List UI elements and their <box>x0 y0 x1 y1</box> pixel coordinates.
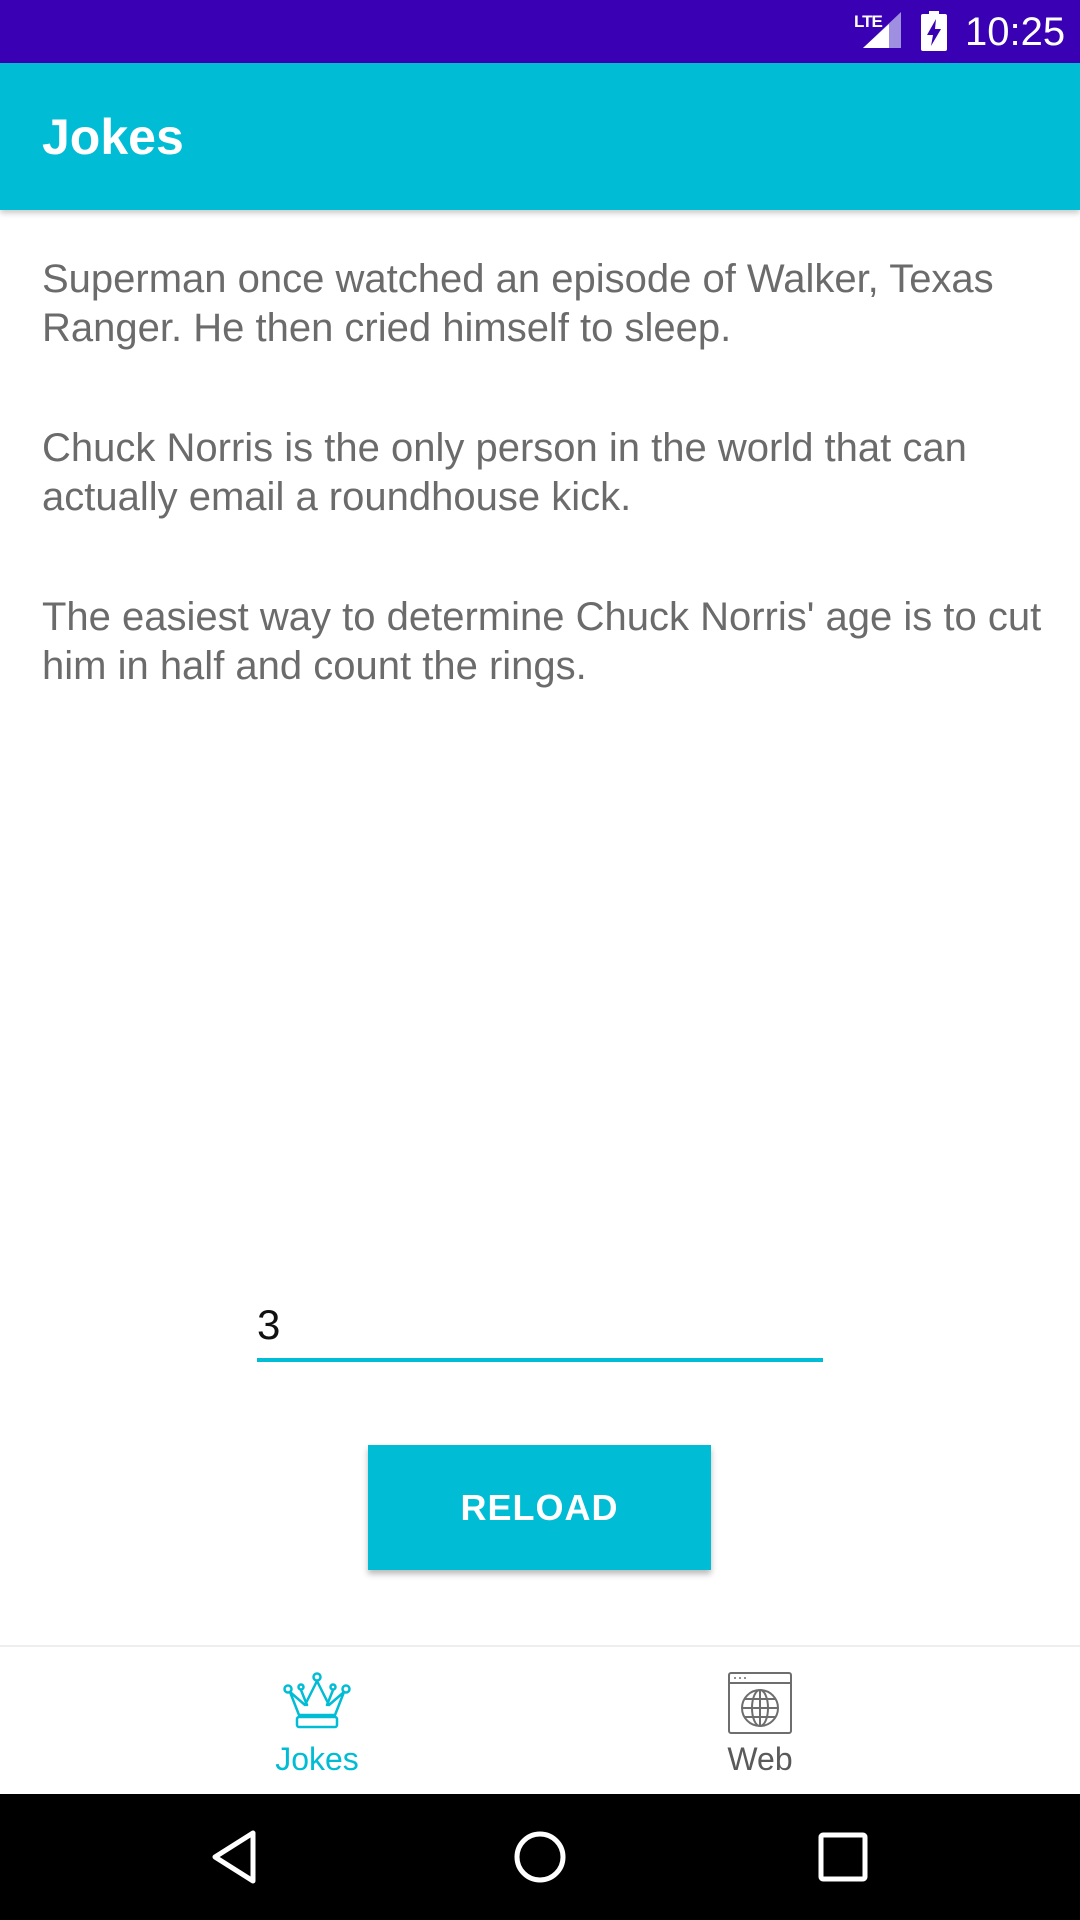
joke-count-input[interactable] <box>257 1292 823 1362</box>
tab-jokes-label: Jokes <box>275 1741 359 1777</box>
system-navigation-bar <box>0 1794 1080 1920</box>
recents-icon[interactable] <box>813 1827 873 1887</box>
status-bar: LTE 10:25 <box>0 0 1080 63</box>
status-time: 10:25 <box>965 10 1066 54</box>
reload-button[interactable]: RELOAD <box>368 1445 711 1570</box>
battery-charging-icon <box>921 11 947 51</box>
screen: LTE 10:25 Jokes Superman once watched an… <box>0 0 1080 1920</box>
jokes-list: Superman once watched an episode of Walk… <box>42 255 1042 762</box>
joke-text: Superman once watched an episode of Walk… <box>42 257 994 350</box>
app-bar: Jokes <box>0 63 1080 210</box>
crown-icon <box>283 1672 351 1729</box>
page-title: Jokes <box>42 109 184 165</box>
tab-web[interactable]: Web <box>610 1647 910 1796</box>
bottom-navigation: Jokes Web <box>0 1645 1080 1796</box>
home-icon[interactable] <box>510 1827 570 1887</box>
joke-text: The easiest way to determine Chuck Norri… <box>42 595 1042 688</box>
back-icon[interactable] <box>205 1827 265 1887</box>
joke-text: Chuck Norris is the only person in the w… <box>42 426 967 519</box>
network-type-label: LTE <box>854 12 883 31</box>
tab-jokes[interactable]: Jokes <box>167 1647 467 1796</box>
web-browser-icon <box>728 1672 792 1734</box>
tab-web-label: Web <box>727 1741 793 1777</box>
